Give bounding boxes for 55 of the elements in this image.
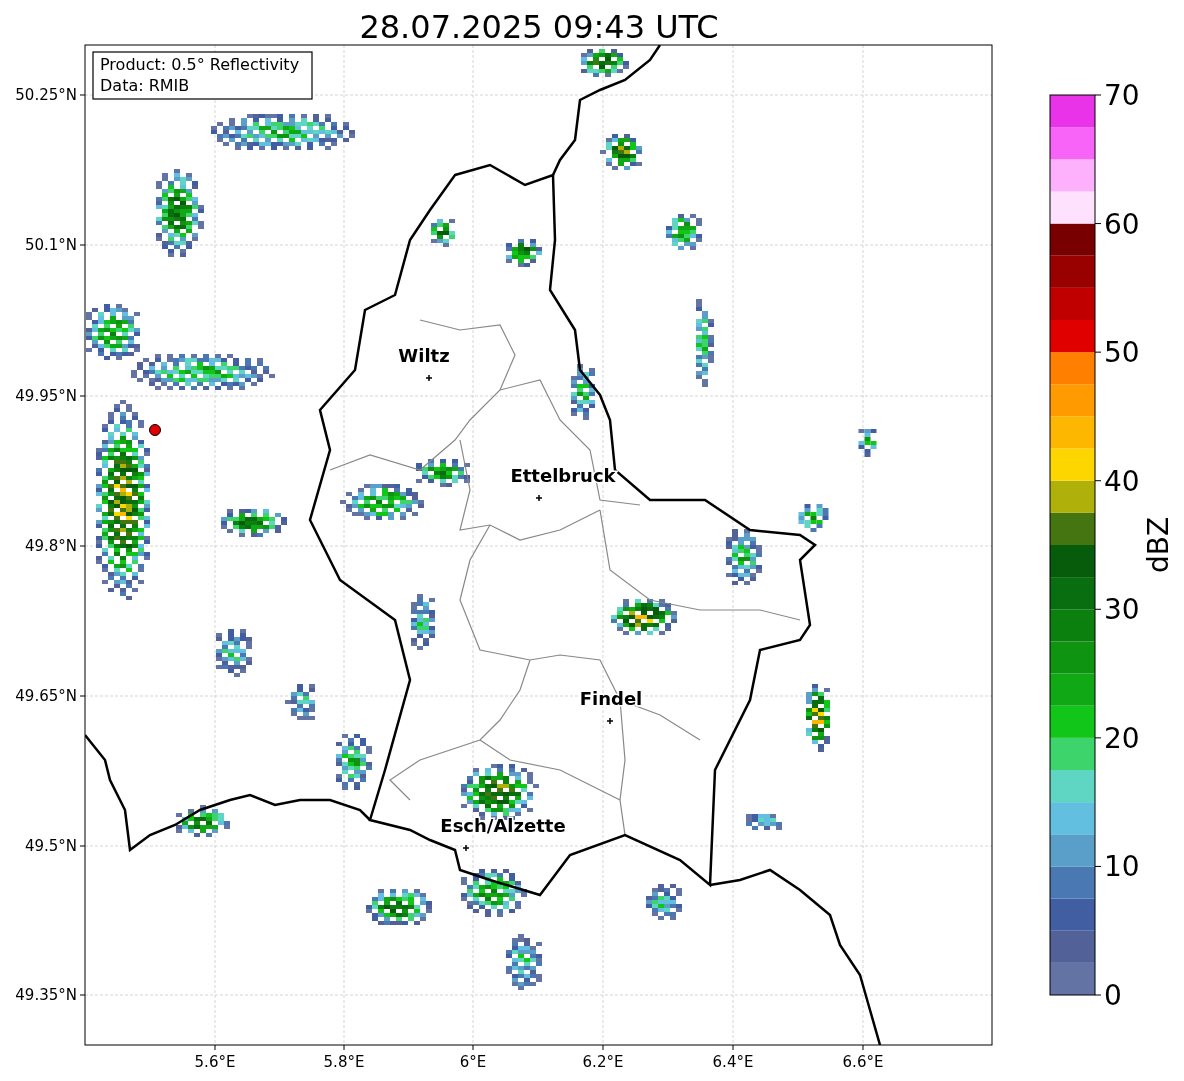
colorbar-tick-label: 50 bbox=[1104, 336, 1140, 370]
info-text: Data: RMIB bbox=[100, 76, 190, 95]
axis-tick-label: 6.2°E bbox=[582, 1053, 624, 1071]
colorbar-tick-label: 60 bbox=[1104, 207, 1140, 241]
tick-mark bbox=[1094, 223, 1102, 225]
tick-mark bbox=[1094, 608, 1102, 610]
tick-mark bbox=[1094, 865, 1102, 867]
colorbar-tick-label: 0 bbox=[1104, 979, 1122, 1012]
tick-mark bbox=[214, 1044, 216, 1051]
axis-tick-label: 50.1°N bbox=[24, 236, 77, 254]
tick-mark bbox=[862, 1044, 864, 1051]
tick-mark bbox=[1094, 480, 1102, 482]
city-marker-icon bbox=[606, 717, 614, 725]
tick-mark bbox=[79, 395, 86, 397]
colorbar-tick-label: 30 bbox=[1104, 593, 1140, 627]
tick-mark bbox=[79, 845, 86, 847]
tick-mark bbox=[1094, 994, 1102, 996]
axis-tick-label: 6°E bbox=[459, 1053, 487, 1071]
colorbar-label: dBZ bbox=[1142, 516, 1175, 574]
axis-tick-label: 50.25°N bbox=[15, 86, 77, 104]
axis-tick-label: 49.8°N bbox=[24, 537, 77, 555]
colorbar-tick-label: 40 bbox=[1104, 464, 1140, 498]
city-marker-icon bbox=[535, 494, 543, 502]
tick-mark bbox=[1094, 94, 1102, 96]
info-text: Product: 0.5° Reflectivity bbox=[100, 55, 300, 74]
colorbar-tick-label: 20 bbox=[1104, 721, 1140, 755]
city-label: Findel bbox=[579, 688, 643, 709]
city-label: Esch/Alzette bbox=[440, 815, 566, 836]
city-label: Wiltz bbox=[398, 345, 450, 366]
tick-mark bbox=[343, 1044, 345, 1051]
tick-mark bbox=[602, 1044, 604, 1051]
colorbar-tick-label: 70 bbox=[1104, 79, 1140, 112]
city-marker-icon bbox=[462, 844, 470, 852]
axis-tick-label: 6.4°E bbox=[712, 1053, 754, 1071]
tick-mark bbox=[79, 695, 86, 697]
tick-mark bbox=[1094, 737, 1102, 739]
tick-mark bbox=[79, 545, 86, 547]
city-label: Ettelbruck bbox=[510, 465, 616, 486]
tick-mark bbox=[472, 1044, 474, 1051]
radar-site-marker bbox=[149, 424, 161, 436]
tick-mark bbox=[79, 994, 86, 996]
tick-mark bbox=[79, 94, 86, 96]
axis-tick-label: 6.6°E bbox=[842, 1053, 884, 1071]
axis-tick-label: 49.95°N bbox=[15, 387, 77, 405]
colorbar-tick-label: 10 bbox=[1104, 850, 1140, 884]
axis-tick-label: 49.35°N bbox=[15, 986, 77, 1004]
tick-mark bbox=[732, 1044, 734, 1051]
tick-mark bbox=[79, 244, 86, 246]
tick-mark bbox=[1094, 351, 1102, 353]
chart-title: 28.07.2025 09:43 UTC bbox=[359, 8, 719, 46]
axis-tick-label: 49.5°N bbox=[24, 837, 77, 855]
city-marker-icon bbox=[425, 374, 433, 382]
axis-tick-label: 5.6°E bbox=[194, 1053, 236, 1071]
axis-tick-label: 49.65°N bbox=[15, 687, 77, 705]
axis-tick-label: 5.8°E bbox=[323, 1053, 365, 1071]
